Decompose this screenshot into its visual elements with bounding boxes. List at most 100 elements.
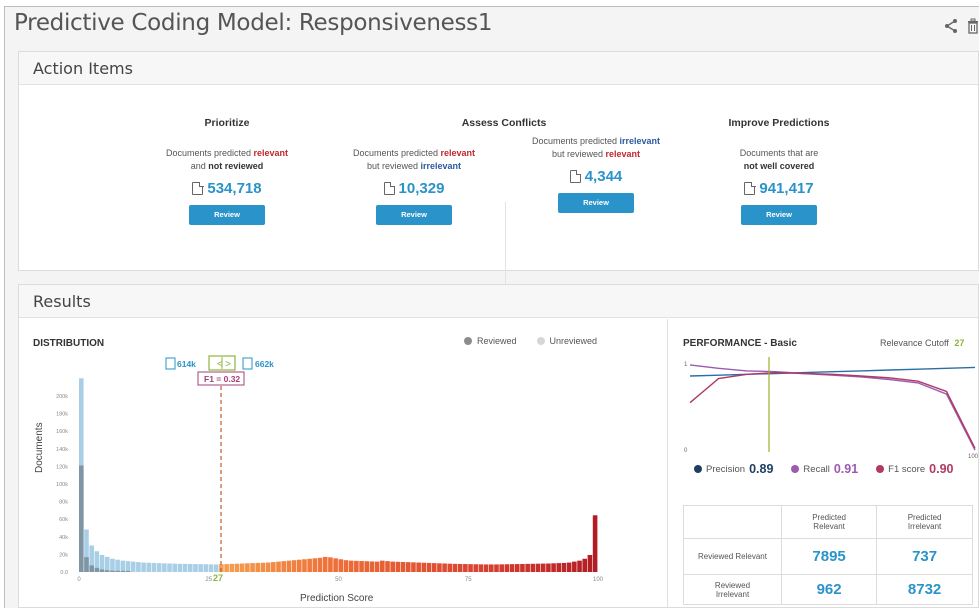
action-item-count[interactable]: 941,417: [699, 180, 859, 197]
histogram-bar: [354, 560, 359, 572]
action-item-count[interactable]: 534,718: [147, 180, 307, 197]
metrics-row: Precision 0.89 Recall 0.91 F1 score 0.90: [694, 462, 953, 476]
table-cell[interactable]: 8732: [876, 574, 973, 605]
header-actions: [944, 18, 979, 34]
distribution-legend: Reviewed Unreviewed: [464, 336, 597, 346]
histogram-bar: [478, 564, 484, 572]
chevron-right-icon[interactable]: >: [225, 359, 231, 370]
histogram-bar: [203, 564, 209, 572]
histogram-bar: [141, 562, 146, 572]
action-item-conflict-a: Documents predicted relevant but reviewe…: [334, 117, 494, 225]
table-cell[interactable]: 737: [876, 538, 973, 575]
histogram-bar: [239, 563, 245, 572]
performance-lines: [689, 364, 976, 451]
histogram-bar: [369, 561, 375, 572]
histogram-bar: [312, 558, 318, 572]
cutoff-control[interactable]: < >: [208, 355, 236, 371]
action-item-title: Improve Predictions: [728, 117, 830, 129]
histogram-bar: [457, 563, 463, 572]
histogram-bar: [234, 563, 240, 572]
svg-text:662k: 662k: [255, 359, 274, 369]
histogram-bar: [473, 564, 479, 572]
share-icon[interactable]: [944, 18, 959, 34]
document-icon: [744, 181, 756, 195]
y-tick-label: 100k: [56, 482, 68, 488]
histogram-bar: [307, 558, 312, 572]
row-header: Reviewed Relevant: [683, 538, 782, 575]
histogram-bar: [271, 562, 276, 572]
histogram-bar: [291, 560, 297, 572]
y-tick-label: 80k: [59, 500, 68, 506]
histogram-bar: [463, 564, 468, 572]
y-tick-label: 180k: [56, 412, 68, 418]
histogram-bar: [364, 561, 370, 572]
y-axis-label: Documents: [34, 422, 45, 473]
left-count: 614k: [165, 357, 196, 370]
col-header-predicted-relevant: Predicted Relevant: [780, 505, 878, 539]
x-tick-label: 0: [77, 577, 81, 583]
trash-icon[interactable]: [967, 18, 979, 34]
reviewed-legend-dot: [464, 337, 472, 345]
right-count: 662k: [242, 357, 274, 370]
x-tick-label: 50: [335, 577, 342, 583]
histogram-bar: [405, 562, 411, 572]
histogram-bar: [146, 562, 152, 572]
action-item-conflict-b: Documents predicted irrelevant but revie…: [516, 117, 676, 213]
histogram-bar: [286, 560, 292, 572]
histogram-bar: [281, 561, 286, 572]
histogram-bar: [172, 563, 178, 572]
histogram-bar: [276, 561, 281, 572]
histogram-bar: [551, 563, 556, 572]
histogram-bar: [566, 562, 572, 572]
histogram-bar: [452, 563, 458, 572]
review-button[interactable]: Review: [741, 205, 817, 225]
histogram-bar: [380, 560, 385, 572]
histogram-bar: [530, 563, 536, 572]
f1-metric: F1 score 0.90: [876, 462, 953, 476]
y-tick-label: 200k: [56, 394, 68, 400]
results-heading: Results: [19, 285, 978, 318]
histogram-bar: [431, 563, 437, 572]
histogram-bar-reviewed: [104, 570, 110, 572]
histogram-bar: [245, 563, 250, 572]
histogram-bar-reviewed: [79, 465, 84, 572]
histogram-bar-reviewed: [120, 570, 126, 572]
histogram-bar: [416, 562, 421, 572]
review-button[interactable]: Review: [189, 205, 265, 225]
histogram-bar: [120, 560, 126, 572]
action-item-prioritize: Prioritize Documents predicted relevant …: [147, 117, 307, 225]
histogram-bar: [322, 556, 328, 572]
histogram-bar: [499, 564, 504, 572]
histogram-bar: [328, 557, 333, 572]
histogram-bar: [255, 562, 261, 572]
action-item-count[interactable]: 4,344: [516, 168, 676, 185]
histogram-bar-reviewed: [115, 570, 120, 572]
x-tick-100: 100: [968, 454, 978, 460]
review-button[interactable]: Review: [376, 205, 452, 225]
y-tick-label: 120k: [56, 464, 68, 470]
y-tick-label: 0.0: [60, 570, 68, 576]
review-button[interactable]: Review: [558, 193, 634, 213]
x-tick-label: 25: [205, 577, 212, 583]
y-tick-label: 160k: [56, 429, 68, 435]
y-tick-0: 0: [684, 448, 688, 454]
histogram-bar: [468, 564, 473, 572]
histogram-bar: [177, 563, 183, 572]
y-tick-label: 60k: [59, 517, 68, 523]
histogram-bar: [213, 564, 219, 572]
histogram-bar-reviewed: [94, 567, 100, 572]
cutoff-marker: 27: [213, 573, 223, 583]
action-item-description: Documents predicted relevant and not rev…: [165, 148, 289, 171]
table-cell[interactable]: 7895: [780, 538, 878, 575]
histogram-bar: [426, 562, 432, 572]
histogram-bar: [577, 560, 582, 572]
histogram-bar: [130, 561, 136, 572]
unreviewed-legend-dot: [536, 337, 545, 345]
y-tick-label: 140k: [56, 447, 68, 453]
histogram-bar: [483, 564, 489, 572]
histogram-bar-reviewed: [89, 565, 94, 572]
table-cell[interactable]: 962: [780, 574, 878, 605]
distribution-chart: 0.020k40k60k80k100k120k140k160k180k200k …: [34, 355, 604, 604]
action-item-count[interactable]: 10,329: [334, 180, 494, 197]
histogram-bar: [317, 557, 323, 572]
